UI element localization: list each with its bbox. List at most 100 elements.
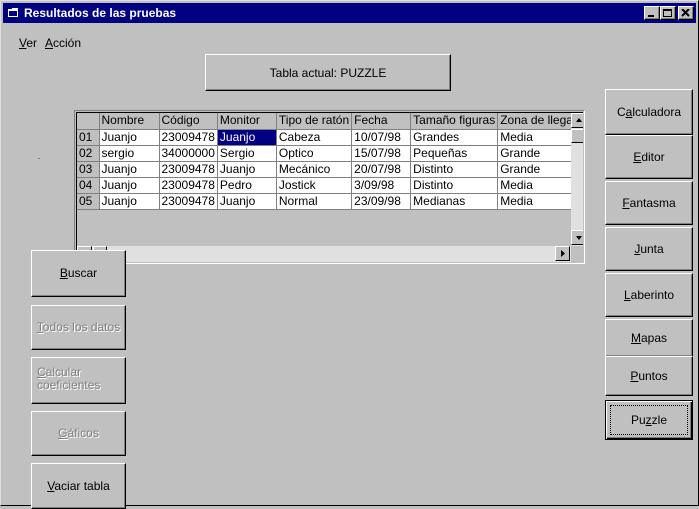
editor-label: Editor xyxy=(633,150,664,164)
table-cell[interactable]: Grandes xyxy=(410,129,499,146)
table-cell[interactable]: Juanjo xyxy=(217,193,277,210)
table-cell[interactable]: Pequeñas xyxy=(410,145,499,162)
scroll-up-button[interactable] xyxy=(571,113,583,128)
table-cell[interactable]: Juanjo xyxy=(217,161,277,178)
table-cell[interactable]: Grande xyxy=(497,161,579,178)
junta-button[interactable]: Junta xyxy=(605,227,693,271)
column-header[interactable]: Tamaño figuras xyxy=(410,113,499,130)
vaciar-tabla-button[interactable]: Vaciar tabla xyxy=(31,463,126,509)
table-cell[interactable]: 23009478 xyxy=(159,161,218,178)
close-icon xyxy=(681,9,690,17)
scroll-down-button[interactable] xyxy=(571,230,583,245)
fantasma-button[interactable]: Fantasma xyxy=(605,181,693,225)
table-cell[interactable]: Media xyxy=(497,193,579,210)
scroll-right-button[interactable] xyxy=(555,246,570,261)
table-cell[interactable]: Media xyxy=(497,129,579,146)
table-cell[interactable]: Distinto xyxy=(410,177,499,194)
puntos-label: Puntos xyxy=(630,369,667,383)
table-row[interactable]: 04 Juanjo 23009478 Pedro Jostick 3/09/98 Disti… xyxy=(77,177,579,194)
menu-accion-rest: cción xyxy=(53,36,82,50)
calculadora-button[interactable]: Calculadora xyxy=(605,89,693,135)
junta-rest: unta xyxy=(640,241,664,256)
table-cell[interactable]: 23009478 xyxy=(159,129,218,146)
todos-los-datos-button[interactable]: Todos los datos xyxy=(31,305,126,350)
vaciar-rest: aciar tabla xyxy=(54,478,110,493)
table-row[interactable]: 01 Juanjo 23009478 Juanjo Cabeza 10/07/98 Gran… xyxy=(77,129,579,146)
table-cell[interactable]: Optico xyxy=(276,145,353,162)
table-cell[interactable]: sergio xyxy=(99,145,160,162)
buscar-button[interactable]: Buscar xyxy=(31,250,126,297)
vertical-scrollbar[interactable] xyxy=(571,113,583,246)
results-table: Nombre Código Monitor Tipo de ratón Fecha Tam… xyxy=(77,113,579,210)
table-cell[interactable]: Juanjo xyxy=(217,129,277,146)
todos-label: Todos los datos xyxy=(37,321,120,334)
menu-ver-rest: er xyxy=(26,36,38,50)
laberinto-mnemonic: L xyxy=(623,287,631,302)
table-row[interactable]: 05 Juanjo 23009478 Juanjo Normal 23/09/98 Medi… xyxy=(77,193,579,210)
column-header[interactable]: Tipo de ratón xyxy=(276,113,353,130)
column-header[interactable]: Zona de llega xyxy=(497,113,579,130)
table-cell[interactable]: Media xyxy=(497,177,579,194)
buscar-mnemonic: B xyxy=(59,266,68,280)
calcular-mnemonic: C xyxy=(37,365,46,379)
column-header[interactable]: Fecha xyxy=(351,113,412,130)
editor-button[interactable]: Editor xyxy=(605,135,693,179)
table-cell[interactable]: 23009478 xyxy=(159,193,218,210)
table-cell[interactable]: 20/07/98 xyxy=(351,161,412,178)
table-cell[interactable]: Pedro xyxy=(217,177,277,194)
table-cell[interactable]: Distinto xyxy=(410,161,499,178)
table-cell[interactable]: Juanjo xyxy=(99,129,160,146)
table-cell[interactable]: Mecánico xyxy=(276,161,353,178)
calculadora-rest: lculadora xyxy=(632,104,682,119)
window-title: Resultados de las pruebas xyxy=(24,6,177,20)
table-cell[interactable]: Normal xyxy=(276,193,353,210)
table-cell[interactable]: Sergio xyxy=(217,145,277,162)
row-header[interactable]: 01 xyxy=(77,129,100,146)
table-cell[interactable]: Juanjo xyxy=(99,177,160,194)
table-row[interactable]: 03 Juanjo 23009478 Juanjo Mecánico 20/07/98 Di… xyxy=(77,161,579,178)
row-header[interactable]: 02 xyxy=(77,145,100,162)
close-button[interactable] xyxy=(678,6,694,20)
table-body: 01 Juanjo 23009478 Juanjo Cabeza 10/07/98 Gran… xyxy=(77,129,579,210)
puntos-button[interactable]: Puntos xyxy=(605,356,693,396)
results-grid[interactable]: Nombre Código Monitor Tipo de ratón Fecha Tam… xyxy=(74,110,585,264)
mapas-button[interactable]: Mapas xyxy=(605,319,693,357)
column-header[interactable]: Nombre xyxy=(99,113,160,130)
row-header[interactable]: 05 xyxy=(77,193,100,210)
results-grid-inner: Nombre Código Monitor Tipo de ratón Fecha Tam… xyxy=(76,112,583,262)
table-cell[interactable]: Cabeza xyxy=(276,129,353,146)
calculadora-label: Calculadora xyxy=(617,104,682,119)
table-row[interactable]: 02 sergio 34000000 Sergio Optico 15/07/98 Pequ… xyxy=(77,145,579,162)
graficos-label: Gáficos xyxy=(58,427,99,440)
row-header[interactable]: 04 xyxy=(77,177,100,194)
puzzle-button[interactable]: Puzzle xyxy=(605,400,693,440)
table-cell[interactable]: 23/09/98 xyxy=(351,193,412,210)
app-icon xyxy=(7,7,19,18)
fantasma-rest: antasma xyxy=(629,195,676,210)
laberinto-button[interactable]: Laberinto xyxy=(605,273,693,317)
table-cell[interactable]: 10/07/98 xyxy=(351,129,412,146)
table-cell[interactable]: 34000000 xyxy=(159,145,218,162)
table-cell[interactable]: Medianas xyxy=(410,193,499,210)
table-cell[interactable]: Jostick xyxy=(276,177,353,194)
maximize-button[interactable] xyxy=(660,6,676,20)
graficos-button[interactable]: Gáficos xyxy=(31,411,126,456)
menu-accion[interactable]: Acción xyxy=(45,36,81,50)
menu-ver[interactable]: Ver xyxy=(19,36,37,50)
graficos-rest: áficos xyxy=(67,426,99,440)
table-cell[interactable]: 15/07/98 xyxy=(351,145,412,162)
table-cell[interactable]: 23009478 xyxy=(159,177,218,194)
row-header[interactable]: 03 xyxy=(77,161,100,178)
table-cell[interactable]: Juanjo xyxy=(99,161,160,178)
scroll-thumb-vertical[interactable] xyxy=(571,129,583,143)
column-header[interactable]: Monitor xyxy=(217,113,277,130)
calcular-coeficientes-button[interactable]: Calcular coeficientes xyxy=(31,357,126,404)
column-header[interactable]: Código xyxy=(159,113,218,130)
table-cell[interactable]: 3/09/98 xyxy=(351,177,412,194)
table-cell[interactable]: Grande xyxy=(497,145,579,162)
horizontal-scrollbar[interactable] xyxy=(77,246,571,262)
title-bar[interactable]: Resultados de las pruebas xyxy=(3,3,696,23)
minimize-button[interactable] xyxy=(644,6,660,20)
table-cell[interactable]: Juanjo xyxy=(99,193,160,210)
mapas-rest: apas xyxy=(640,330,668,345)
